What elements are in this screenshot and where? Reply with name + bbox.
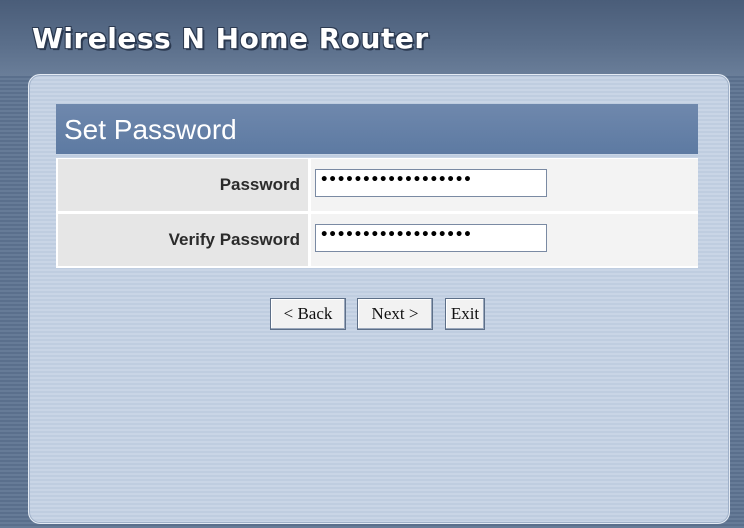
back-button[interactable]: < Back — [270, 298, 346, 330]
password-label: Password — [219, 175, 300, 194]
password-row: Password •••••••••••••••••• — [56, 159, 698, 211]
verify-password-input[interactable]: •••••••••••••••••• — [315, 224, 547, 252]
section-title: Set Password — [64, 114, 237, 145]
verify-password-value-cell: •••••••••••••••••• — [311, 214, 698, 266]
app-title: Wireless N Home Router — [32, 22, 429, 55]
section-header: Set Password — [56, 104, 698, 154]
password-input[interactable]: •••••••••••••••••• — [315, 169, 547, 197]
header-bar: Wireless N Home Router — [0, 0, 744, 76]
password-value-cell: •••••••••••••••••• — [311, 159, 698, 211]
verify-password-label-cell: Verify Password — [58, 214, 308, 266]
password-form-table: Password •••••••••••••••••• Verify Passw… — [56, 158, 698, 268]
next-button[interactable]: Next > — [357, 298, 433, 330]
verify-password-label: Verify Password — [168, 230, 300, 249]
verify-password-row: Verify Password •••••••••••••••••• — [56, 214, 698, 266]
button-bar: < Back Next > Exit — [0, 298, 744, 334]
exit-button[interactable]: Exit — [445, 298, 485, 330]
password-label-cell: Password — [58, 159, 308, 211]
